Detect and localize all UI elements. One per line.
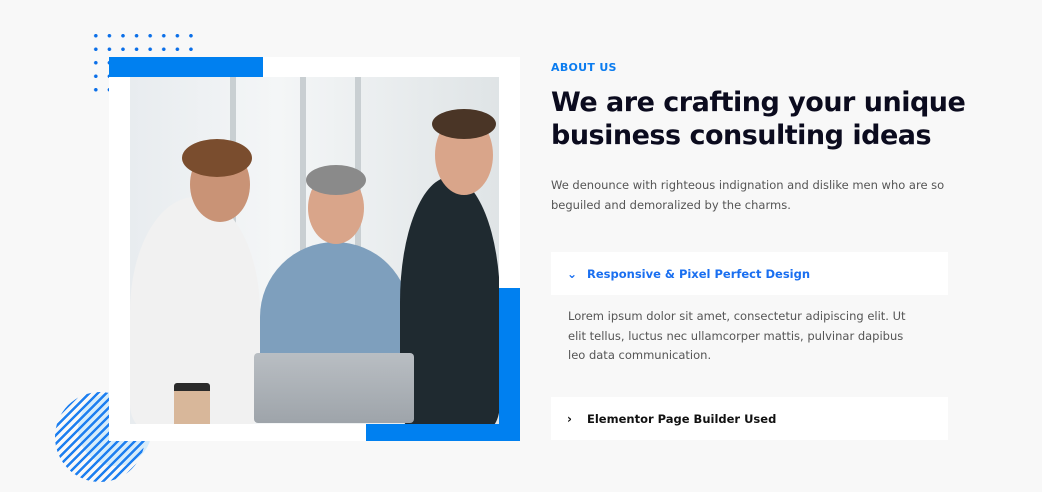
heading-line-2: business consulting ideas bbox=[551, 120, 932, 151]
person-right-hair bbox=[432, 109, 496, 139]
coffee-cup bbox=[174, 383, 210, 424]
section-heading: We are crafting your unique business cons… bbox=[551, 86, 966, 152]
image-frame bbox=[109, 424, 366, 441]
person-center-hair bbox=[306, 165, 366, 195]
image-frame bbox=[263, 57, 520, 77]
team-photo bbox=[130, 77, 499, 424]
accordion-title: Elementor Page Builder Used bbox=[587, 411, 777, 426]
accordion-title: Responsive & Pixel Perfect Design bbox=[587, 266, 811, 281]
person-right bbox=[400, 177, 499, 424]
heading-line-1: We are crafting your unique bbox=[551, 87, 966, 118]
image-frame bbox=[499, 57, 520, 288]
person-left-hair bbox=[182, 139, 252, 177]
chevron-right-icon: › bbox=[567, 411, 572, 426]
section-label: ABOUT US bbox=[551, 61, 617, 74]
section-description: We denounce with righteous indignation a… bbox=[551, 178, 945, 212]
image-frame bbox=[109, 77, 130, 441]
laptop bbox=[254, 353, 414, 423]
accordion-content: Lorem ipsum dolor sit amet, consectetur … bbox=[568, 309, 906, 362]
accordion-item-responsive-design[interactable]: ⌄ Responsive & Pixel Perfect Design bbox=[551, 252, 948, 295]
chevron-down-icon: ⌄ bbox=[567, 266, 578, 281]
accordion-item-elementor[interactable]: › Elementor Page Builder Used bbox=[551, 397, 948, 440]
